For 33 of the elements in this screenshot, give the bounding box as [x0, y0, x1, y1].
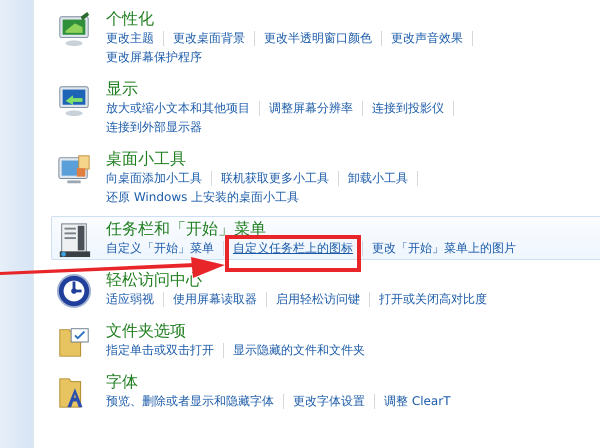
task-link[interactable]: 向桌面添加小工具: [106, 171, 212, 186]
task-link[interactable]: 连接到外部显示器: [106, 120, 212, 135]
task-link[interactable]: 启用轻松访问键: [267, 292, 370, 307]
task-link[interactable]: 联机获取更多小工具: [212, 171, 339, 186]
task-link[interactable]: 显示隐藏的文件和文件夹: [224, 343, 375, 358]
category-link[interactable]: 个性化: [106, 8, 154, 29]
category-link[interactable]: 任务栏和「开始」菜单: [106, 218, 266, 239]
task-link[interactable]: 更改主题: [106, 31, 164, 46]
task-link[interactable]: 更改桌面背景: [164, 31, 255, 46]
task-link[interactable]: 连接到投影仪: [363, 101, 454, 116]
category-link[interactable]: 字体: [106, 371, 138, 392]
task-link[interactable]: 更改「开始」菜单上的图片: [363, 241, 526, 256]
category-highlight[interactable]: 任务栏和「开始」菜单 自定义「开始」菜单 自定义任务栏上的图标 更改「开始」菜单上的图片: [51, 216, 600, 260]
task-link[interactable]: 打开或关闭高对比度: [370, 292, 497, 307]
task-link[interactable]: 预览、删除或者显示和隐藏字体: [106, 394, 284, 409]
task-link[interactable]: 使用屏幕读取器: [164, 292, 267, 307]
task-link[interactable]: 还原 Windows 上安装的桌面小工具: [106, 190, 310, 205]
category-link[interactable]: 桌面小工具: [106, 148, 186, 169]
category-link[interactable]: 文件夹选项: [106, 320, 186, 341]
task-link[interactable]: 更改半透明窗口颜色: [255, 31, 382, 46]
task-link[interactable]: 卸载小工具: [339, 171, 418, 186]
task-link[interactable]: 适应弱视: [106, 292, 164, 307]
task-link[interactable]: 更改字体设置: [284, 394, 375, 409]
category-link[interactable]: 显示: [106, 78, 138, 99]
task-link[interactable]: 自定义「开始」菜单: [106, 241, 224, 256]
task-link[interactable]: 指定单击或双击打开: [106, 343, 224, 358]
task-link[interactable]: 更改屏幕保护程序: [106, 50, 212, 65]
task-link[interactable]: 更改声音效果: [382, 31, 473, 46]
task-link[interactable]: 调整屏幕分辨率: [260, 101, 363, 116]
task-link[interactable]: 放大或缩小文本和其他项目: [106, 101, 260, 116]
task-link[interactable]: 调整 ClearT: [375, 394, 461, 409]
task-link[interactable]: 自定义任务栏上的图标: [224, 241, 363, 256]
category-icon[interactable]: [56, 273, 92, 309]
